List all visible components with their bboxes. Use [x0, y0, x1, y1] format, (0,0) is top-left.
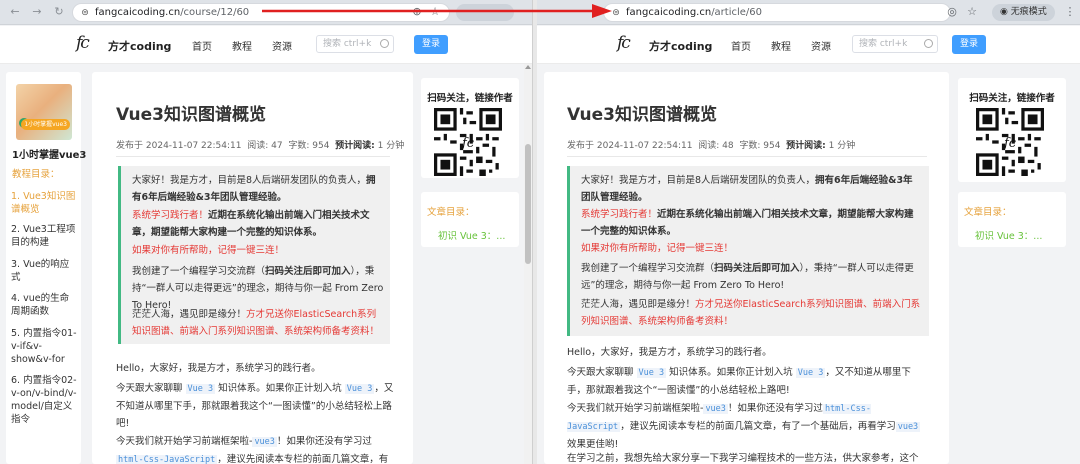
reload-icon[interactable]: ↻ [52, 5, 66, 19]
quote-line: 茫茫人海，遇见即是缘分！方才兄送你ElasticSearch系列知识图谱、前端入… [132, 309, 380, 337]
course-title: 1小时掌握vue3 [12, 150, 87, 161]
article-meta: 发布于 2024-11-07 22:54:11 阅读: 47 字数: 954 预… [116, 141, 405, 151]
right-browser-window: ⊜ fangcaicoding.cn/article/60 ◎ ☆ ◉ 无痕模式… [537, 0, 1080, 464]
bookmark-star-icon[interactable]: ☆ [428, 5, 442, 19]
brand-name[interactable]: 方才coding [649, 38, 712, 54]
page-scrollbar[interactable] [524, 64, 532, 464]
course-item[interactable]: 4. vue的生命周期函数 [11, 292, 77, 318]
article-paragraph: 今天我们就开始学习前端框架啦-vue3！如果你还没有学习过html-Css-Ja… [116, 436, 389, 464]
qr-card: 扫码关注，链接作者 fc [958, 78, 1066, 182]
quote-line: 如果对你有所帮助，记得一键三连！ [581, 243, 734, 254]
intro-quote: 大家好！我是方才，目前是8人后端研发团队的负责人，拥有6年后端经验&3年团队管理… [567, 166, 929, 336]
browser-toolbar: ⊜ fangcaicoding.cn/article/60 ◎ ☆ ◉ 无痕模式… [537, 0, 1080, 25]
login-button[interactable]: 登录 [414, 35, 448, 54]
quote-line: 茫茫人海，遇见即是缘分！方才兄送你ElasticSearch系列知识图谱、前端入… [581, 299, 921, 327]
toc-item[interactable]: 初识 Vue 3：... [438, 228, 505, 242]
article-toc-card: 文章目录： 初识 Vue 3：... [958, 192, 1066, 247]
article-paragraph: 在学习之前，我想先给大家分享一下我学习编程技术的一些方法，供大家参考，这个 [567, 453, 919, 464]
left-browser-window: ← → ↻ ⊜ fangcaicoding.cn/course/12/60 ⊕ … [0, 0, 533, 464]
divider [567, 156, 927, 157]
article-paragraph: Hello，大家好，我是方才，系统学习的践行者。 [116, 363, 321, 374]
article-meta: 发布于 2024-11-07 22:54:11 阅读: 48 字数: 954 预… [567, 141, 856, 151]
article-toc-card: 文章目录： 初识 Vue 3：... [421, 192, 519, 247]
course-item[interactable]: 3. Vue的响应式 [11, 258, 77, 284]
svg-text:fc: fc [461, 136, 474, 151]
menu-dots-icon[interactable]: ⋮ [1063, 5, 1077, 19]
nav-tutorials[interactable]: 教程 [771, 38, 791, 53]
article-paragraph: 今天我们就开始学习前端框架啦-vue3！如果你还没有学习过html-Css-Ja… [567, 403, 921, 450]
course-item[interactable]: 2. Vue3工程项目的构建 [11, 223, 77, 249]
search-input[interactable]: 搜索 ctrl+k [316, 35, 394, 53]
qr-title: 扫码关注，链接作者 [969, 93, 1055, 104]
bookmark-star-icon[interactable]: ☆ [965, 5, 979, 19]
browser-toolbar: ← → ↻ ⊜ fangcaicoding.cn/course/12/60 ⊕ … [0, 0, 532, 25]
profile-pill[interactable] [456, 4, 514, 21]
qr-card: 扫码关注，链接作者 fc [421, 78, 519, 178]
divider [116, 156, 390, 157]
site-info-icon[interactable]: ⊜ [610, 7, 622, 19]
zoom-icon[interactable]: ⊕ [410, 5, 424, 19]
site-info-icon[interactable]: ⊜ [79, 7, 91, 19]
address-bar[interactable]: ⊜ fangcaicoding.cn/article/60 [603, 3, 951, 22]
site-header: fc 方才coding 首页 教程 资源 搜索 ctrl+k 登录 [537, 26, 1080, 64]
article-paragraph: 今天跟大家聊聊 Vue 3 知识体系。如果你正计划入坑 Vue 3 ，又不知道从哪… [567, 367, 911, 396]
course-sidebar: 1小时掌握vue3 1小时掌握vue3 教程目录： 1. Vue3知识图谱概览 … [6, 72, 86, 464]
address-bar[interactable]: ⊜ fangcaicoding.cn/course/12/60 [72, 3, 450, 22]
svg-text:fc: fc [1003, 136, 1016, 151]
qr-code-image: fc [976, 108, 1044, 176]
course-item[interactable]: 1. Vue3知识图谱概览 [11, 190, 77, 216]
quote-line: 大家好！我是方才，目前是8人后端研发团队的负责人，拥有6年后端经验&3年团队管理… [581, 175, 913, 203]
article-panel: Vue3知识图谱概览 发布于 2024-11-07 22:54:11 阅读: 4… [92, 72, 413, 464]
quote-line: 如果对你有所帮助，记得一键三连！ [132, 245, 285, 256]
nav-home[interactable]: 首页 [731, 38, 751, 53]
intro-quote: 大家好！我是方才，目前是8人后端研发团队的负责人，拥有6年后端经验&3年团队管理… [118, 166, 390, 344]
search-icon [924, 39, 933, 48]
site-header: fc 方才coding 首页 教程 资源 搜索 ctrl+k 登录 [0, 26, 532, 64]
incognito-pill[interactable]: ◉ 无痕模式 [992, 4, 1055, 21]
brand-name[interactable]: 方才coding [108, 38, 171, 54]
address-url: fangcaicoding.cn/article/60 [626, 7, 763, 18]
article-title: Vue3知识图谱概览 [567, 105, 718, 125]
back-icon[interactable]: ← [8, 5, 22, 19]
course-cover-image[interactable]: 1小时掌握vue3 [16, 84, 72, 140]
article-paragraph: 今天跟大家聊聊 Vue 3 知识体系。如果你正计划入坑 Vue 3 ，又不知道从哪… [116, 383, 394, 429]
address-url: fangcaicoding.cn/course/12/60 [95, 7, 250, 18]
article-title: Vue3知识图谱概览 [116, 105, 267, 125]
article-paragraph: Hello，大家好，我是方才，系统学习的践行者。 [567, 347, 772, 358]
quote-line: 大家好！我是方才，目前是8人后端研发团队的负责人，拥有6年后端经验&3年团队管理… [132, 175, 376, 203]
quote-line: 我创建了一个编程学习交流群（扫码关注后即可加入），秉持“一群人可以走得更远”的理… [581, 263, 914, 291]
course-item[interactable]: 6. 内置指令02-v-on/v-bind/v-model/自定义指令 [11, 374, 77, 426]
qr-title: 扫码关注，链接作者 [427, 93, 513, 104]
incognito-icon: ◉ [1000, 7, 1008, 17]
logo-mark[interactable]: fc [617, 33, 631, 53]
nav-tutorials[interactable]: 教程 [232, 38, 252, 53]
article-panel: Vue3知识图谱概览 发布于 2024-11-07 22:54:11 阅读: 4… [544, 72, 949, 464]
course-item[interactable]: 5. 内置指令01-v-if&v-show&v-for [11, 327, 77, 366]
search-input[interactable]: 搜索 ctrl+k [852, 35, 938, 53]
course-cover-badge: 1小时掌握vue3 [21, 119, 70, 130]
eye-off-icon[interactable]: ◎ [945, 5, 959, 19]
logo-mark[interactable]: fc [76, 33, 90, 53]
forward-icon[interactable]: → [30, 5, 44, 19]
quote-line: 系统学习践行者！近期在系统化输出前端入门相关技术文章，期望能帮大家构建一个完整的… [132, 210, 370, 238]
course-toc-label: 教程目录： [12, 169, 60, 180]
toc-label: 文章目录： [964, 207, 1012, 218]
quote-line: 系统学习践行者！近期在系统化输出前端入门相关技术文章，期望能帮大家构建一个完整的… [581, 209, 914, 237]
nav-home[interactable]: 首页 [192, 38, 212, 53]
nav-resources[interactable]: 资源 [811, 38, 831, 53]
nav-resources[interactable]: 资源 [272, 38, 292, 53]
toc-label: 文章目录： [427, 207, 475, 218]
search-icon [380, 39, 389, 48]
toc-item[interactable]: 初识 Vue 3：... [975, 228, 1042, 242]
qr-code-image: fc [434, 108, 502, 176]
login-button[interactable]: 登录 [952, 35, 986, 54]
